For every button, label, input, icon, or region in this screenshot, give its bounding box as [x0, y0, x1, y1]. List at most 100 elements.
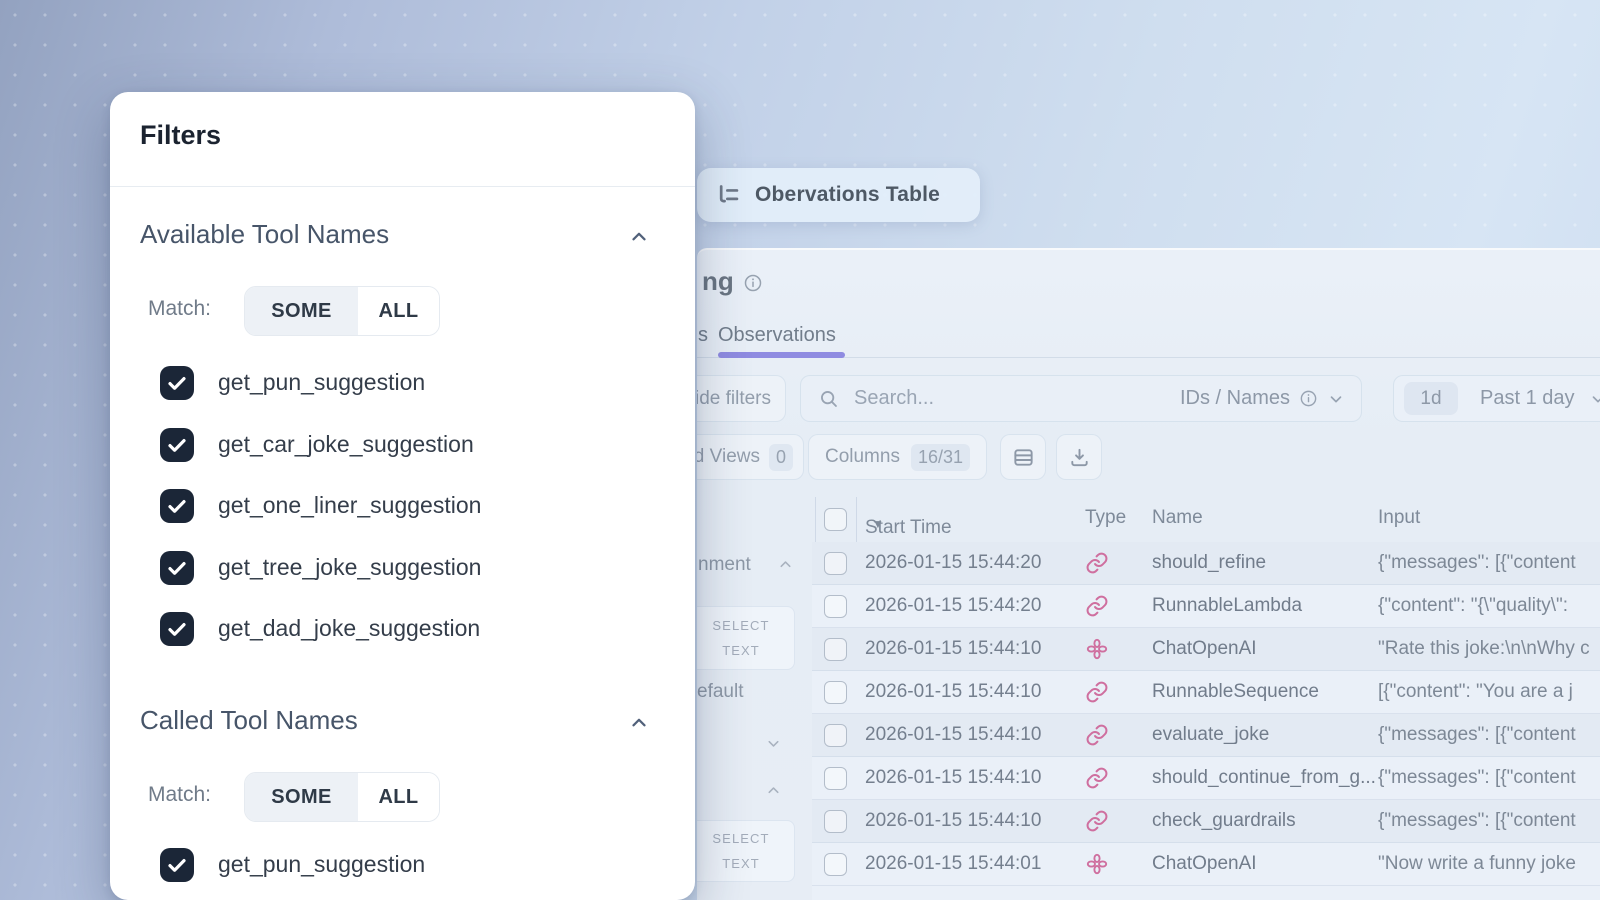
columns-count-badge: 16/31: [911, 444, 970, 471]
chevron-up-icon[interactable]: [628, 226, 650, 248]
chevron-down-icon: [1327, 390, 1345, 408]
cell-start-time: 2026-01-15 15:44:10: [865, 767, 1041, 789]
export-button[interactable]: [1056, 434, 1102, 480]
cell-input: "Rate this joke:\n\nWhy c: [1378, 638, 1590, 660]
chevron-down-icon[interactable]: [765, 735, 782, 752]
row-height-icon: [1012, 446, 1035, 469]
table-row[interactable]: 2026-01-15 15:44:10 ChatOpenAI "Rate this …: [812, 628, 1600, 671]
row-checkbox[interactable]: [824, 853, 847, 876]
match-option-all[interactable]: ALL: [358, 773, 439, 821]
screenshot-stage: ng s Observations ide filters IDs / Name…: [0, 0, 1600, 900]
column-header-name[interactable]: Name: [1152, 507, 1203, 529]
tool-filter-item[interactable]: get_one_liner_suggestion: [110, 489, 695, 523]
overlay-button-label: Obervations Table: [755, 183, 940, 207]
tab-traces-partial[interactable]: s: [698, 324, 708, 347]
table-row[interactable]: 2026-01-15 15:44:01 ChatOpenAI "Now write …: [812, 843, 1600, 886]
row-checkbox[interactable]: [824, 638, 847, 661]
checkbox-checked-icon[interactable]: [160, 489, 194, 523]
match-mode-toggle: SOME ALL: [244, 286, 440, 336]
table-row-partial: [812, 886, 1600, 900]
filters-title: Filters: [140, 120, 221, 151]
match-option-some[interactable]: SOME: [245, 773, 358, 821]
match-label: Match:: [148, 297, 211, 321]
cell-name: RunnableSequence: [1152, 681, 1319, 703]
saved-views-button[interactable]: d Views 0: [697, 434, 804, 480]
row-checkbox[interactable]: [824, 552, 847, 575]
hide-filters-button[interactable]: ide filters: [697, 375, 786, 422]
tool-filter-item[interactable]: get_dad_joke_suggestion: [110, 612, 695, 646]
select-text-toggle[interactable]: SELECT TEXT: [697, 606, 795, 670]
cell-input: {"messages": [{"content: [1378, 767, 1576, 789]
row-checkbox[interactable]: [824, 810, 847, 833]
text-option[interactable]: TEXT: [722, 856, 760, 871]
chain-link-icon: [1085, 723, 1109, 747]
table-row[interactable]: 2026-01-15 15:44:10check_guardrails{"mes…: [812, 800, 1600, 843]
cell-input: {"messages": [{"content: [1378, 724, 1576, 746]
sort-desc-icon: ▼: [872, 517, 884, 531]
tool-checklist: get_pun_suggestion get_car_joke_suggestio…: [110, 366, 695, 674]
search-input[interactable]: [852, 386, 1180, 411]
select-option[interactable]: SELECT: [712, 831, 769, 846]
cell-start-time: 2026-01-15 15:44:20: [865, 595, 1041, 617]
chevron-up-icon[interactable]: [765, 782, 782, 799]
row-height-button[interactable]: [1000, 434, 1046, 480]
match-option-all[interactable]: ALL: [358, 287, 439, 335]
tool-checklist: get_pun_suggestion: [110, 848, 695, 900]
time-range-picker[interactable]: 1d Past 1 day: [1393, 375, 1600, 422]
match-mode-toggle: SOME ALL: [244, 772, 440, 822]
select-text-toggle[interactable]: SELECT TEXT: [697, 820, 795, 882]
text-option[interactable]: TEXT: [722, 643, 760, 658]
table-row[interactable]: 2026-01-15 15:44:20should_refine{"messag…: [812, 542, 1600, 585]
chain-link-icon: [1085, 551, 1109, 575]
select-option[interactable]: SELECT: [712, 618, 769, 633]
chevron-up-icon[interactable]: [628, 712, 650, 734]
observations-table-button[interactable]: Obervations Table: [697, 168, 980, 222]
checkbox-checked-icon[interactable]: [160, 428, 194, 462]
row-checkbox[interactable]: [824, 724, 847, 747]
tool-filter-item[interactable]: get_pun_suggestion: [110, 848, 695, 882]
row-checkbox[interactable]: [824, 595, 847, 618]
column-header-input[interactable]: Input: [1378, 507, 1420, 529]
search-scope-dropdown[interactable]: IDs / Names: [1180, 387, 1361, 410]
chevron-up-icon[interactable]: [777, 556, 794, 573]
search-icon: [818, 388, 840, 410]
chevron-down-icon: [1589, 390, 1600, 408]
tool-filter-item[interactable]: get_tree_joke_suggestion: [110, 551, 695, 585]
default-value-partial: efault: [697, 681, 743, 703]
tool-name-label: get_pun_suggestion: [218, 369, 425, 396]
chain-link-icon: [1085, 766, 1109, 790]
table-row[interactable]: 2026-01-15 15:44:10RunnableSequence[{"co…: [812, 671, 1600, 714]
select-all-checkbox[interactable]: [824, 508, 847, 531]
cell-start-time: 2026-01-15 15:44:01: [865, 853, 1041, 875]
tab-observations[interactable]: Observations: [718, 324, 836, 347]
row-checkbox[interactable]: [824, 681, 847, 704]
table-row[interactable]: 2026-01-15 15:44:20RunnableLambda{"conte…: [812, 585, 1600, 628]
cell-input: "Now write a funny joke: [1378, 853, 1576, 875]
cell-input: [{"content": "You are a j: [1378, 681, 1573, 703]
cell-name: ChatOpenAI: [1152, 638, 1257, 660]
info-icon: [1299, 389, 1318, 408]
checkbox-checked-icon[interactable]: [160, 551, 194, 585]
cell-start-time: 2026-01-15 15:44:10: [865, 638, 1041, 660]
column-header-type[interactable]: Type: [1085, 507, 1126, 529]
row-checkbox[interactable]: [824, 767, 847, 790]
checkbox-checked-icon[interactable]: [160, 612, 194, 646]
cell-name: check_guardrails: [1152, 810, 1296, 832]
tool-filter-item[interactable]: get_car_joke_suggestion: [110, 428, 695, 462]
cell-start-time: 2026-01-15 15:44:20: [865, 552, 1041, 574]
columns-button[interactable]: Columns 16/31: [808, 434, 987, 480]
table-row[interactable]: 2026-01-15 15:44:10evaluate_joke{"messag…: [812, 714, 1600, 757]
match-option-some[interactable]: SOME: [245, 287, 358, 335]
table-header-row: Start Time▼ Type Name Input: [812, 497, 1600, 542]
cell-name: evaluate_joke: [1152, 724, 1269, 746]
checkbox-checked-icon[interactable]: [160, 366, 194, 400]
match-label: Match:: [148, 783, 211, 807]
section-title-available-tool-names: Available Tool Names: [140, 219, 389, 250]
cell-name: ChatOpenAI: [1152, 853, 1257, 875]
search-box[interactable]: IDs / Names: [800, 375, 1362, 422]
checkbox-checked-icon[interactable]: [160, 848, 194, 882]
info-icon[interactable]: [743, 273, 763, 293]
tool-filter-item[interactable]: get_pun_suggestion: [110, 366, 695, 400]
saved-views-label: d Views: [697, 446, 760, 468]
table-row[interactable]: 2026-01-15 15:44:10should_continue_from_…: [812, 757, 1600, 800]
